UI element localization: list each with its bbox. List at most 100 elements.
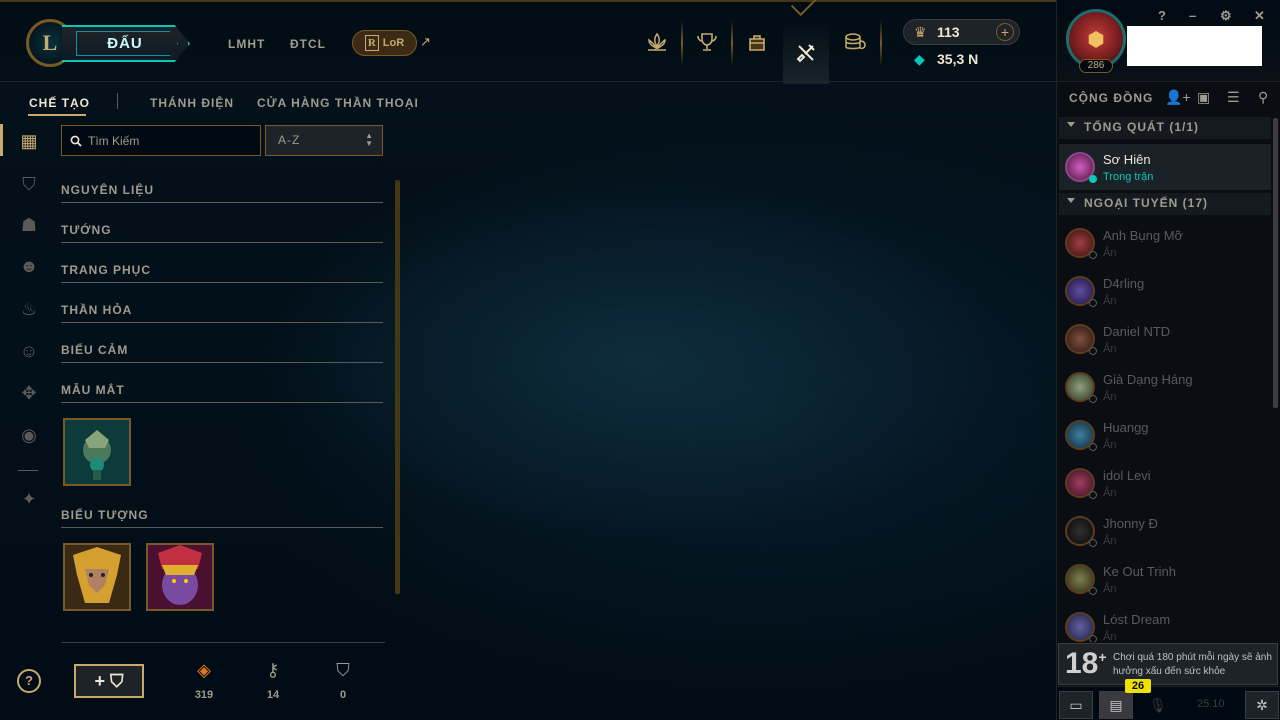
client-window: L ĐẤU LMHT ĐTCL R LoR ↗ ♛ 113 + ◆ 35,3 N… [0, 0, 1280, 720]
minimize-button[interactable]: – [1189, 8, 1196, 23]
key-fragment-counter: ⚷ 14 [253, 660, 293, 701]
warning-text: Chơi quá 180 phút mỗi ngày sẽ ảnh hưởng … [1113, 652, 1272, 677]
close-button[interactable]: ✕ [1254, 8, 1265, 24]
category-label: THẦN HỎA [61, 303, 133, 317]
settings-gear-icon[interactable]: ⚙ [1220, 8, 1232, 24]
group-offline[interactable]: NGOẠI TUYẾN (17) [1059, 193, 1271, 215]
category-label: MẪU MẮT [61, 383, 125, 397]
group-general[interactable]: TỔNG QUÁT (1/1) [1059, 117, 1271, 139]
profile-icon-filter-icon[interactable]: ◉ [18, 424, 40, 446]
backpack-icon[interactable] [737, 22, 777, 62]
category-eternals[interactable]: THẦN HỎA [61, 285, 383, 323]
friend-name: Huangg [1103, 420, 1149, 435]
friend-status: Ẩn [1103, 247, 1117, 259]
ward-skin-tile[interactable] [63, 418, 131, 486]
category-icons[interactable]: BIỂU TƯỢNG [61, 490, 383, 528]
add-friend-icon[interactable]: 👤+ [1165, 89, 1191, 106]
friends-scrollbar[interactable] [1273, 118, 1278, 408]
friend-status: Ẩn [1103, 343, 1117, 355]
flame-icon[interactable]: ♨ [18, 298, 40, 320]
summoner-name-redacted [1127, 26, 1262, 66]
misc-filter-icon[interactable]: ✦ [18, 488, 40, 510]
chest-value: 0 [339, 689, 347, 701]
friend-item[interactable]: Sơ Hiên Trong trận [1059, 144, 1271, 190]
category-wards[interactable]: MẪU MẮT [61, 365, 383, 403]
community-title: CỘNG ĐỒNG [1069, 91, 1154, 105]
grid-all-icon[interactable]: ▦ [18, 130, 40, 152]
help-window-button[interactable]: ? [1158, 8, 1166, 23]
profile-icon-tile[interactable] [146, 543, 214, 611]
sort-dropdown[interactable]: A-Z ▲ ▼ [265, 125, 383, 156]
nav-lmht[interactable]: LMHT [228, 37, 265, 51]
key-fragment-icon: ⚷ [266, 660, 280, 680]
status-dot [1089, 395, 1097, 403]
key-fragment-value: 14 [266, 689, 280, 701]
bug-report-icon[interactable]: ✲ [1245, 691, 1279, 719]
status-dot [1089, 347, 1097, 355]
friend-item[interactable]: Lóst Dream Ẩn [1059, 604, 1271, 642]
tab-sanctum[interactable]: THÁNH ĐIỆN [150, 96, 234, 110]
search-friend-icon[interactable]: ⚲ [1258, 89, 1268, 106]
list-view-icon[interactable]: ☰ [1227, 89, 1240, 106]
social-panel: ⬢ 286 ? – ⚙ ✕ CỘNG ĐỒNG 👤+ ▣ ☰ ⚲ TỔNG QU… [1056, 0, 1280, 720]
help-button[interactable]: ? [17, 669, 41, 693]
blue-essence-icon: ◆ [914, 51, 925, 67]
chest-filter-icon[interactable]: ⛉ [18, 173, 40, 195]
nav-dtcl[interactable]: ĐTCL [290, 37, 326, 51]
tab-mythic-shop[interactable]: CỬA HÀNG THẦN THOẠI [257, 96, 419, 110]
friend-name: Jhonny Đ [1103, 516, 1158, 531]
loot-scrollbar[interactable] [395, 180, 400, 594]
top-navigation-bar: L ĐẤU LMHT ĐTCL R LoR ↗ ♛ 113 + ◆ 35,3 N [0, 0, 1056, 84]
tab-crafting[interactable]: CHẾ TẠO [29, 96, 90, 110]
category-materials[interactable]: NGUYÊN LIỆU [61, 165, 383, 203]
ward-icon[interactable]: ✥ [18, 382, 40, 404]
crafting-icon[interactable] [783, 22, 829, 84]
friend-name: Già Dạng Háng [1103, 372, 1193, 387]
microphone-icon[interactable]: 🎙 [1141, 691, 1175, 719]
friend-item[interactable]: D4rling Ẩn [1059, 268, 1271, 314]
sub-navigation: CHẾ TẠO THÁNH ĐIỆN CỬA HÀNG THẦN THOẠI [0, 84, 1056, 120]
play-button[interactable]: ĐẤU [62, 25, 190, 62]
category-champions[interactable]: TƯỚNG [61, 205, 383, 243]
category-skins[interactable]: TRANG PHỤC [61, 245, 383, 283]
friend-item[interactable]: Jhonny Đ Ẩn [1059, 508, 1271, 554]
category-label: BIỂU CẢM [61, 343, 129, 357]
friend-item[interactable]: idol Levi Ẩn [1059, 460, 1271, 506]
friend-name: Daniel NTD [1103, 324, 1171, 339]
search-input[interactable]: Tìm Kiếm [61, 125, 261, 156]
buy-rp-button[interactable]: + [996, 23, 1014, 41]
orange-essence-counter: ◈ 319 [184, 660, 224, 701]
emote-icon[interactable]: ☺ [18, 340, 40, 362]
trophy-icon[interactable] [687, 22, 727, 62]
dropdown-arrows-icon: ▲ ▼ [365, 131, 374, 148]
plus-icon: + [94, 671, 105, 691]
add-folder-icon[interactable]: ▣ [1197, 89, 1210, 106]
caret-down-icon [1067, 198, 1075, 203]
social-toolbar: CỘNG ĐỒNG 👤+ ▣ ☰ ⚲ [1057, 84, 1280, 114]
search-icon [70, 135, 82, 147]
notifications-icon[interactable]: ▤ [1099, 691, 1133, 719]
friend-item[interactable]: Anh Bụng Mỡ Ẩn [1059, 220, 1271, 266]
rp-value: 113 [937, 24, 960, 40]
profile-icon-tile[interactable] [63, 543, 131, 611]
friend-item[interactable]: Già Dạng Háng Ẩn [1059, 364, 1271, 410]
playtime-warning: 18+ Chơi quá 180 phút mỗi ngày sẽ ảnh hư… [1058, 643, 1278, 685]
friend-item[interactable]: Daniel NTD Ẩn [1059, 316, 1271, 362]
top-separator [681, 20, 683, 66]
category-emotes[interactable]: BIỂU CẢM [61, 325, 383, 363]
chat-bubble-icon[interactable]: ▭ [1059, 691, 1093, 719]
search-placeholder: Tìm Kiếm [88, 133, 140, 148]
craft-button[interactable]: + ⛉ [74, 664, 144, 698]
skin-mask-icon[interactable]: ☻ [18, 255, 40, 277]
lotus-icon[interactable] [637, 22, 677, 62]
friend-item[interactable]: Ke Out Trinh Ẩn [1059, 556, 1271, 602]
lor-button[interactable]: R LoR [352, 30, 417, 56]
store-icon[interactable] [835, 22, 875, 62]
summoner-level: 286 [1079, 59, 1113, 73]
status-dot [1089, 539, 1097, 547]
friend-name: Anh Bụng Mỡ [1103, 228, 1184, 243]
status-dot [1089, 175, 1097, 183]
champion-helmet-icon[interactable]: ☗ [18, 214, 40, 236]
friend-item[interactable]: Huangg Ẩn [1059, 412, 1271, 458]
chest-icon: ⛉ [336, 660, 350, 680]
